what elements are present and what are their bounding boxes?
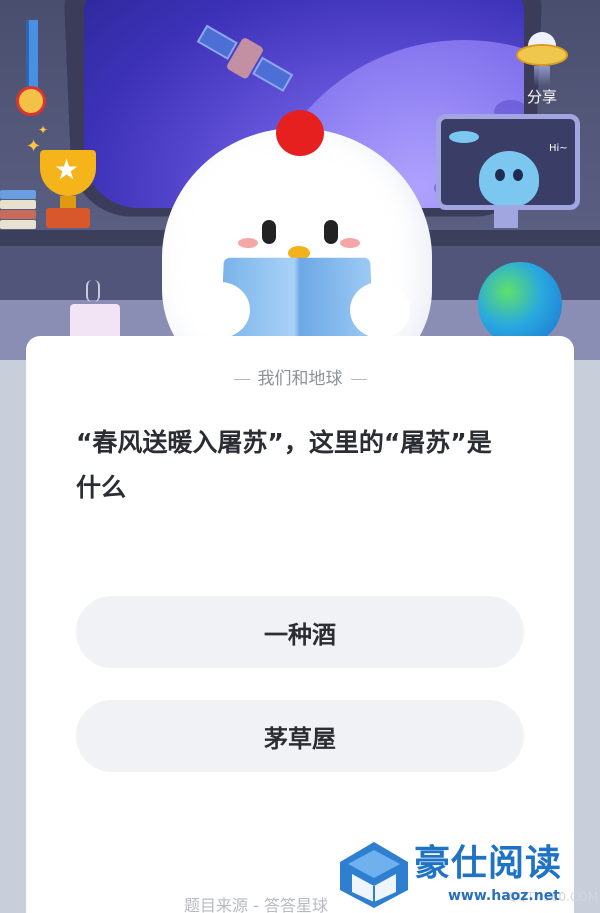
watermark: 豪仕阅读 QQTN360.COM www.haoz.net	[338, 840, 600, 913]
answer-option-label: 一种酒	[264, 620, 336, 649]
globe-icon	[478, 262, 562, 346]
divider	[233, 378, 250, 380]
ufo-icon	[449, 131, 479, 143]
watermark-url: www.haoz.net	[448, 888, 560, 904]
steam-icon	[86, 280, 100, 302]
chick-eye	[324, 220, 338, 244]
answer-option-2[interactable]: 茅草屋	[76, 700, 524, 772]
trophy-star-icon: ★	[54, 153, 80, 186]
ufo-share-icon	[516, 44, 568, 66]
sparkle-icon: ✦	[38, 123, 49, 137]
share-label: 分享	[526, 88, 557, 106]
chick-cheek	[238, 238, 258, 248]
monitor-alien-icon: Hi~	[436, 114, 580, 210]
chick-eye	[262, 220, 276, 244]
share-button[interactable]: 分享	[506, 30, 586, 110]
answer-option-1[interactable]: 一种酒	[76, 596, 524, 668]
chick-wing	[350, 282, 410, 338]
medal-icon	[16, 86, 46, 116]
alien-icon	[479, 151, 539, 205]
book-logo-icon	[340, 842, 408, 908]
category-header: 我们和地球	[26, 364, 574, 389]
satellite-icon	[186, 9, 303, 111]
chick-cheek	[340, 238, 360, 248]
chick-comb	[276, 110, 324, 156]
sparkle-icon: ✦	[26, 136, 42, 157]
monitor-greeting: Hi~	[549, 143, 568, 154]
question-text: “春风送暖入屠苏”，这里的“屠苏”是什么	[76, 428, 492, 502]
header-scene: ✦ ✦ ★ Hi~ 分享	[0, 0, 600, 360]
answer-option-label: 茅草屋	[264, 724, 336, 753]
ufo-beam	[534, 66, 550, 86]
divider	[350, 378, 367, 380]
trophy-base	[46, 208, 90, 228]
quiz-card: 我们和地球 “春风送暖入屠苏”，这里的“屠苏”是什么 一种酒 茅草屋 题目来源 …	[26, 336, 574, 913]
chick-wing	[190, 282, 250, 338]
category-label: 我们和地球	[257, 369, 343, 389]
books-icon	[0, 190, 36, 230]
monitor-stand	[494, 210, 518, 228]
watermark-title: 豪仕阅读	[414, 843, 563, 884]
medal-ribbon	[26, 20, 38, 90]
